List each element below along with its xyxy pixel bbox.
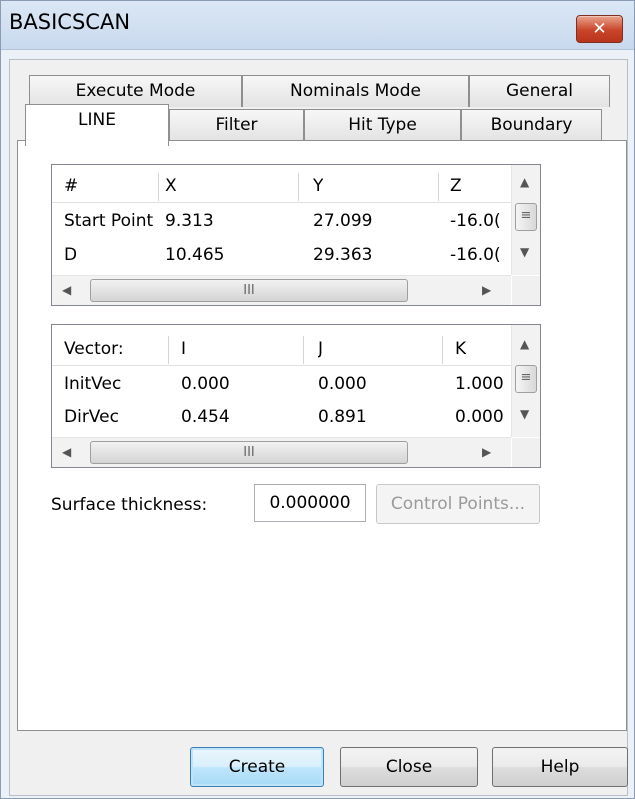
header-cell: I [181,339,187,359]
cell: -16.0( [450,245,501,265]
tab-label: Filter [215,115,258,135]
scroll-right-icon[interactable]: ▶ [482,445,491,459]
vector-grid[interactable]: Vector: I J K InitVec 0.000 0.000 1.000 … [51,324,541,468]
scroll-right-icon[interactable]: ▶ [482,283,491,297]
horizontal-scrollbar[interactable]: ◀ III ▶ [52,437,511,467]
cell: 29.363 [313,245,373,265]
header-cell: Vector: [64,339,124,359]
scroll-down-icon[interactable]: ▼ [520,407,529,421]
surface-thickness-input[interactable]: 0.000000 [254,484,366,522]
cell: 0.891 [318,407,367,427]
vertical-scrollbar[interactable]: ▲ ≡ ▼ [511,325,540,437]
cell: 0.454 [181,407,230,427]
cell: 0.000 [181,374,230,394]
control-points-button[interactable]: Control Points... [376,484,540,524]
cell: DirVec [64,407,119,427]
cell: 9.313 [165,211,214,231]
help-button[interactable]: Help [492,747,628,787]
header-cell: X [165,176,177,196]
surface-thickness-label: Surface thickness: [51,495,208,515]
header-cell: Y [313,176,324,196]
tab-label: General [506,81,573,101]
cell: Start Point [64,211,154,231]
scroll-thumb[interactable]: III [90,441,408,464]
scroll-thumb[interactable]: ≡ [515,203,537,231]
tab-label: Nominals Mode [290,81,421,101]
scroll-thumb[interactable]: ≡ [515,365,537,393]
tab-hit-type[interactable]: Hit Type [304,109,461,141]
scroll-down-icon[interactable]: ▼ [520,245,529,259]
tab-label: LINE [78,110,116,130]
cell: 27.099 [313,211,373,231]
points-grid[interactable]: # X Y Z Start Point 9.313 27.099 -16.0( … [51,164,541,306]
close-button[interactable]: Close [340,747,478,787]
close-window-button[interactable]: ✕ [576,15,623,43]
cell: -16.0( [450,211,501,231]
close-icon: ✕ [592,19,607,39]
header-cell: # [64,176,79,196]
cell: 10.465 [165,245,225,265]
tab-execute-mode[interactable]: Execute Mode [29,75,242,107]
cell: 1.000 [455,374,504,394]
grid-header: # X Y Z [52,169,540,203]
tab-line[interactable]: LINE [25,104,169,146]
tab-boundary[interactable]: Boundary [461,109,602,141]
grip-icon: ≡ [520,370,532,385]
tab-filter[interactable]: Filter [169,109,304,141]
table-row[interactable]: Start Point 9.313 27.099 -16.0( [52,204,540,237]
scroll-left-icon[interactable]: ◀ [62,283,71,297]
table-row[interactable]: DirVec 0.454 0.891 0.000 [52,400,540,433]
dialog-window: BASICSCAN ✕ Execute Mode Nominals Mode G… [0,0,635,799]
scroll-up-icon[interactable]: ▲ [520,175,529,189]
grip-icon: III [243,283,255,298]
scroll-up-icon[interactable]: ▲ [520,337,529,351]
table-row[interactable]: D 10.465 29.363 -16.0( [52,238,540,271]
title-bar[interactable]: BASICSCAN ✕ [1,1,634,50]
window-title: BASICSCAN [9,10,131,34]
header-cell: Z [450,176,462,196]
scroll-corner [512,438,540,467]
cell: 0.000 [318,374,367,394]
tab-label: Hit Type [348,115,417,135]
create-button[interactable]: Create [190,747,324,787]
scroll-left-icon[interactable]: ◀ [62,445,71,459]
vertical-scrollbar[interactable]: ▲ ≡ ▼ [511,165,540,275]
cell: D [64,245,78,265]
cell: InitVec [64,374,122,394]
tab-general[interactable]: General [469,75,610,107]
header-cell: K [455,339,467,359]
grip-icon: ≡ [520,208,532,223]
tab-nominals-mode[interactable]: Nominals Mode [242,75,469,107]
header-cell: J [318,339,324,359]
tab-label: Execute Mode [75,81,196,101]
tab-label: Boundary [490,115,573,135]
horizontal-scrollbar[interactable]: ◀ III ▶ [52,275,511,305]
scroll-thumb[interactable]: III [90,279,408,302]
scroll-corner [512,276,540,305]
table-row[interactable]: InitVec 0.000 0.000 1.000 [52,367,540,400]
grid-header: Vector: I J K [52,332,540,366]
cell: 0.000 [455,407,504,427]
grip-icon: III [243,445,255,460]
